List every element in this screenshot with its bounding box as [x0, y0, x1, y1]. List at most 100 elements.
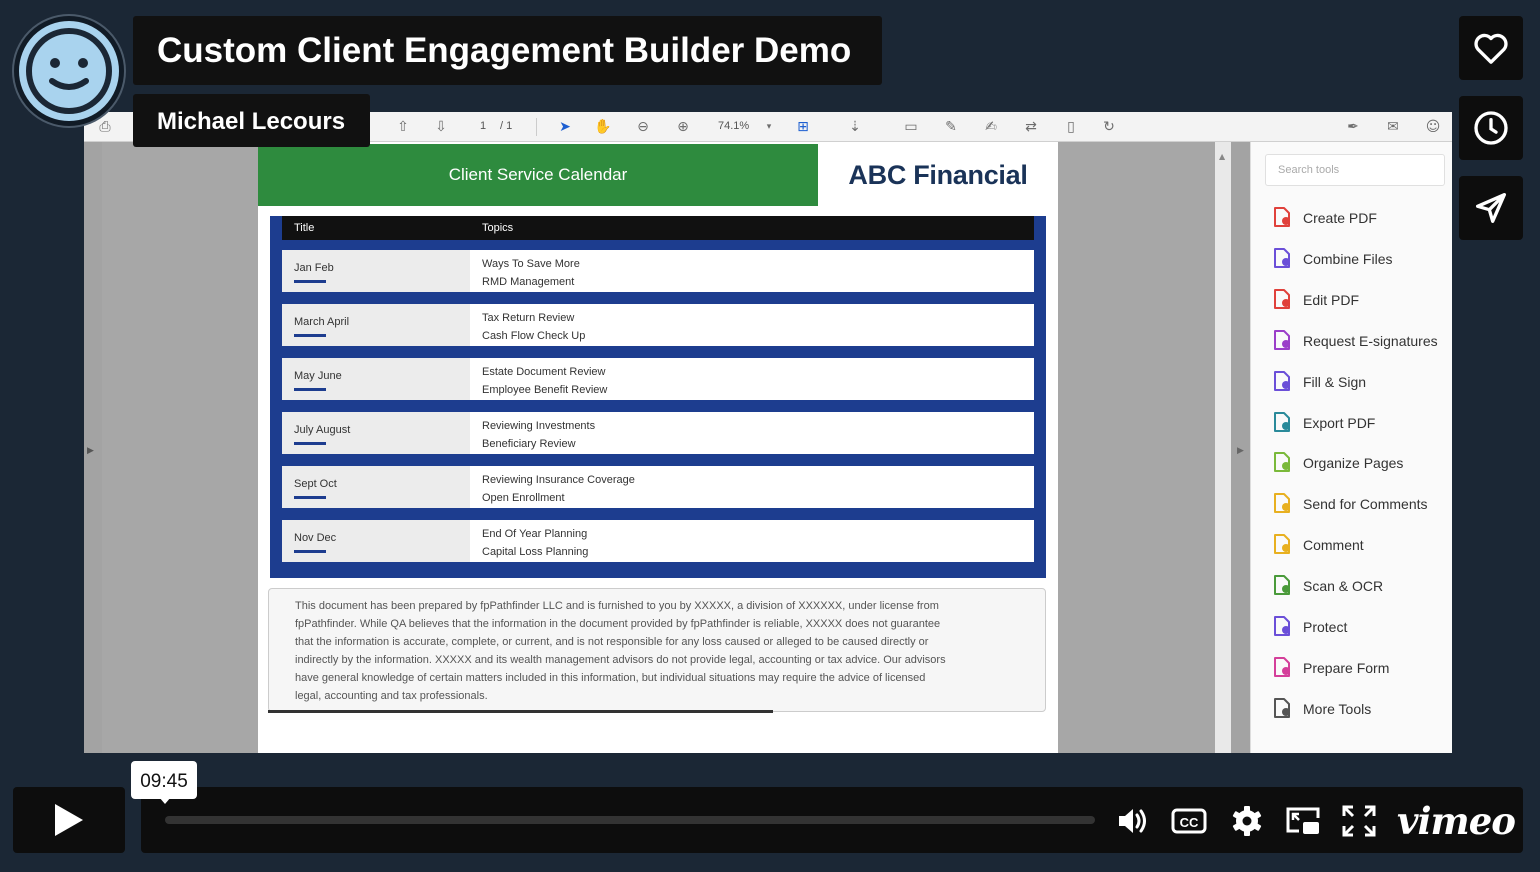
share-button[interactable]: [1459, 176, 1523, 240]
draw-icon[interactable]: ✍: [982, 119, 1000, 135]
zoom-out-icon[interactable]: ⊖: [634, 119, 652, 135]
highlight-icon[interactable]: ✎: [942, 119, 960, 135]
tool-item[interactable]: Export PDF: [1271, 411, 1451, 435]
period-label: Jan Feb: [294, 262, 334, 274]
picture-in-picture-icon[interactable]: [1285, 804, 1321, 838]
toolbar-divider: [536, 118, 537, 136]
topic-1: Reviewing Investments: [482, 420, 596, 432]
disclaimer-line: have general knowledge of certain matter…: [295, 672, 926, 684]
tool-item[interactable]: More Tools: [1271, 697, 1451, 721]
hand-tool-icon[interactable]: ✋: [594, 119, 612, 135]
table-row: March April Tax Return Review Cash Flow C…: [282, 304, 1034, 346]
page-up-icon[interactable]: ⇧: [394, 119, 412, 135]
scroll-mode-icon[interactable]: ⇣: [846, 119, 864, 135]
topic-2: Beneficiary Review: [482, 438, 576, 450]
calendar-header: Client Service Calendar: [258, 144, 818, 206]
search-tools-input[interactable]: Search tools: [1265, 154, 1445, 186]
row-period: Sept Oct: [282, 466, 470, 508]
row-period: May June: [282, 358, 470, 400]
create-pdf-icon: [1274, 207, 1290, 227]
text-edit-icon[interactable]: ⇄: [1022, 119, 1040, 135]
topic-1: Ways To Save More: [482, 258, 580, 270]
table-row: Nov Dec End Of Year Planning Capital Loss…: [282, 520, 1034, 562]
tools-panel: Search tools Create PDF Combine Files Edit…: [1250, 142, 1452, 753]
print-icon[interactable]: ⎙: [96, 119, 114, 135]
tool-item[interactable]: Create PDF: [1271, 206, 1451, 230]
topic-2: RMD Management: [482, 276, 575, 288]
tool-item[interactable]: Prepare Form: [1271, 656, 1451, 680]
export-pdf-icon: [1274, 411, 1290, 432]
protect-icon: [1274, 616, 1290, 636]
comment-tool-icon[interactable]: ▭: [902, 119, 920, 135]
row-topics: Reviewing Insurance Coverage Open Enrollm…: [482, 471, 635, 507]
tool-label: More Tools: [1303, 700, 1372, 717]
column-topics: Topics: [482, 222, 514, 234]
tool-item[interactable]: Protect: [1271, 615, 1451, 639]
sign-icon[interactable]: ✒: [1344, 119, 1362, 135]
tool-label: Export PDF: [1303, 414, 1376, 431]
tool-item[interactable]: Send for Comments: [1271, 492, 1451, 516]
clock-icon: [1474, 111, 1508, 145]
author-box[interactable]: Michael Lecours: [133, 94, 370, 147]
tool-item[interactable]: Combine Files: [1271, 247, 1451, 271]
topic-1: Estate Document Review: [482, 366, 606, 378]
control-bar: CC vimeo: [141, 787, 1523, 853]
video-title-box[interactable]: Custom Client Engagement Builder Demo: [133, 16, 882, 85]
combine-files-icon: [1274, 247, 1290, 268]
tool-item[interactable]: Comment: [1271, 533, 1451, 557]
zoom-level[interactable]: 74.1%: [718, 120, 749, 132]
tool-item[interactable]: Scan & OCR: [1271, 574, 1451, 598]
company-name: ABC Financial: [848, 160, 1028, 190]
tool-label: Scan & OCR: [1303, 578, 1384, 595]
settings-icon[interactable]: [1229, 804, 1265, 838]
page-total: / 1: [500, 120, 513, 132]
row-topics: Estate Document Review Employee Benefit R…: [482, 363, 607, 399]
period-underline: [294, 496, 326, 499]
page-current[interactable]: 1: [480, 120, 486, 132]
tool-label: Prepare Form: [1303, 659, 1390, 676]
pdf-page: Client Service Calendar ABC Financial Ti…: [258, 142, 1058, 753]
progress-bar[interactable]: [165, 816, 1095, 824]
topic-2: Capital Loss Planning: [482, 546, 589, 558]
row-period: March April: [282, 304, 470, 346]
tool-item[interactable]: Edit PDF: [1271, 288, 1451, 312]
volume-icon[interactable]: [1115, 804, 1151, 838]
table-row: Sept Oct Reviewing Insurance Coverage Ope…: [282, 466, 1034, 508]
zoom-in-icon[interactable]: ⊕: [674, 119, 692, 135]
account-icon[interactable]: ☺: [1424, 119, 1442, 135]
zoom-dropdown-icon[interactable]: ▾: [760, 119, 778, 135]
avatar[interactable]: [14, 16, 124, 126]
closed-captions-icon[interactable]: CC: [1171, 804, 1207, 838]
row-topics: Tax Return Review Cash Flow Check Up: [482, 309, 585, 345]
scroll-up-icon[interactable]: ▲: [1219, 152, 1225, 161]
watch-later-button[interactable]: [1459, 96, 1523, 160]
disclaimer-underline: [268, 710, 773, 713]
rotate-icon[interactable]: ↻: [1100, 119, 1118, 135]
topic-2: Employee Benefit Review: [482, 384, 608, 396]
left-panel-toggle-icon[interactable]: ▶: [87, 446, 94, 456]
video-author[interactable]: Michael Lecours: [157, 108, 345, 136]
delete-icon[interactable]: ▯: [1062, 119, 1080, 135]
tool-item[interactable]: Fill & Sign: [1271, 370, 1451, 394]
send-icon: [1476, 193, 1506, 223]
tool-item[interactable]: Organize Pages: [1271, 451, 1451, 475]
tool-item[interactable]: Request E-signatures: [1271, 329, 1451, 353]
video-title[interactable]: Custom Client Engagement Builder Demo: [157, 31, 851, 71]
select-cursor-icon[interactable]: ➤: [556, 119, 574, 135]
period-underline: [294, 442, 326, 445]
page-down-icon[interactable]: ⇩: [432, 119, 450, 135]
video-frame[interactable]: ⎙ ⇧ ⇩ 1 / 1 ➤ ✋ ⊖ ⊕ 74.1% ▾ ⊞ ⇣ ▭ ✎ ✍ ⇄ …: [84, 112, 1452, 753]
row-period: Jan Feb: [282, 250, 470, 292]
tool-label: Fill & Sign: [1303, 373, 1367, 390]
fit-page-icon[interactable]: ⊞: [794, 119, 812, 135]
play-button[interactable]: [13, 787, 125, 853]
disclaimer-line: legal, accounting and tax professionals.: [295, 690, 488, 702]
vimeo-logo[interactable]: vimeo: [1397, 799, 1516, 843]
like-button[interactable]: [1459, 16, 1523, 80]
tools-panel-toggle-icon[interactable]: ▶: [1237, 446, 1244, 456]
time-tooltip: 09:45: [131, 761, 197, 804]
fullscreen-icon[interactable]: [1341, 804, 1377, 838]
document-scrollbar[interactable]: ▲: [1215, 142, 1231, 753]
tool-label: Edit PDF: [1303, 291, 1360, 308]
mail-icon[interactable]: ✉: [1384, 119, 1402, 135]
